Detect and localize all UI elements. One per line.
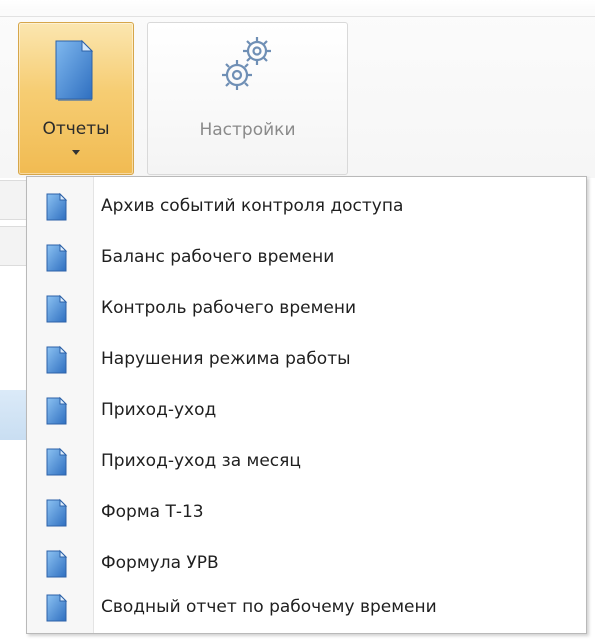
reports-button[interactable]: Отчеты [18, 22, 134, 175]
reports-dropdown-menu: Архив событий контроля доступа Баланс ра… [26, 176, 587, 634]
report-icon [42, 549, 72, 579]
reports-button-label: Отчеты [42, 119, 110, 139]
report-icon [42, 593, 72, 623]
report-icon [42, 243, 72, 273]
menu-item-work-time-control[interactable]: Контроль рабочего времени [27, 283, 586, 334]
menu-item-work-mode-violations[interactable]: Нарушения режима работы [27, 334, 586, 385]
menu-item-label: Приход-уход [101, 400, 217, 420]
menu-item-label: Приход-уход за месяц [101, 451, 301, 471]
gears-icon [217, 31, 279, 101]
app-window: Отчеты Настройки Архив событий контроля … [0, 0, 595, 644]
menu-item-form-t13[interactable]: Форма Т-13 [27, 487, 586, 538]
settings-button-label: Настройки [199, 120, 296, 140]
menu-item-label: Контроль рабочего времени [101, 298, 357, 318]
report-icon [42, 192, 72, 222]
ribbon: Отчеты Настройки [0, 0, 595, 178]
menu-item-summary-work-time-report[interactable]: Сводный отчет по рабочему времени [27, 582, 586, 633]
report-icon [42, 498, 72, 528]
menu-item-arrival-departure[interactable]: Приход-уход [27, 385, 586, 436]
menu-item-label: Баланс рабочего времени [101, 247, 335, 267]
menu-item-work-time-balance[interactable]: Баланс рабочего времени [27, 232, 586, 283]
menu-item-arrival-departure-month[interactable]: Приход-уход за месяц [27, 436, 586, 487]
report-icon [42, 345, 72, 375]
report-icon [42, 447, 72, 477]
report-icon [42, 294, 72, 324]
ribbon-divider [0, 16, 595, 17]
menu-item-label: Нарушения режима работы [101, 349, 351, 369]
menu-item-access-events-archive[interactable]: Архив событий контроля доступа [27, 181, 586, 232]
report-icon [42, 396, 72, 426]
menu-item-label: Форма Т-13 [101, 502, 204, 522]
chevron-down-icon [72, 150, 80, 155]
settings-button[interactable]: Настройки [147, 22, 348, 175]
menu-item-label: Архив событий контроля доступа [101, 196, 404, 216]
document-icon [52, 35, 100, 111]
menu-item-label: Сводный отчет по рабочему времени [101, 597, 437, 617]
